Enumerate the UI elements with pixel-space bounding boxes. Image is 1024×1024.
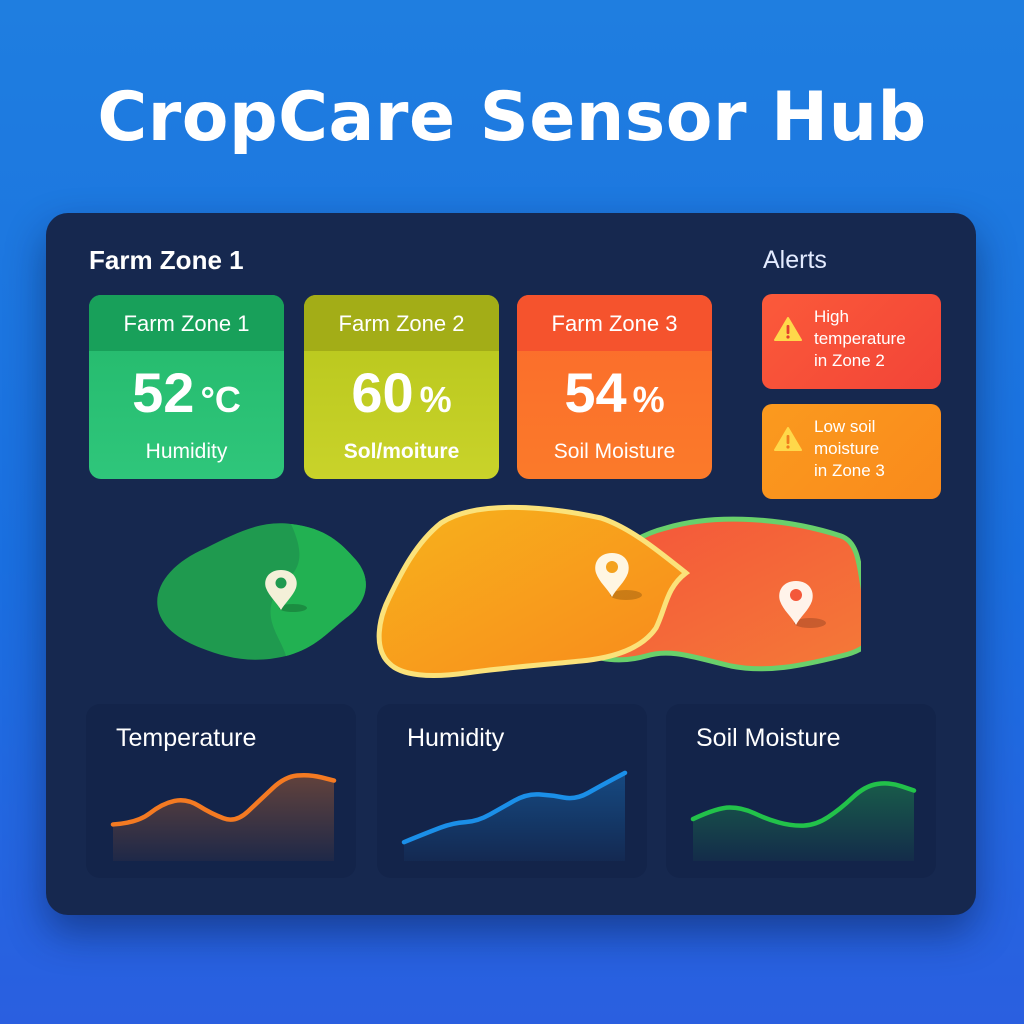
- zone-card-unit: %: [632, 379, 665, 420]
- zone-card-unit: %: [419, 379, 452, 420]
- app-title: CropCare Sensor Hub: [97, 78, 927, 157]
- chart-card-humidity[interactable]: Humidity: [377, 704, 647, 878]
- zone-card-reading: 60%: [304, 363, 499, 430]
- dashboard-panel: Farm Zone 1 Alerts Farm Zone 1 52 °C Humi…: [46, 213, 976, 915]
- humidity-trend-chart: [401, 770, 628, 861]
- zone-card-2[interactable]: Farm Zone 2 60% Sol/moiture: [304, 295, 499, 479]
- trend-area: [404, 772, 625, 861]
- zone-card-reading: 54%: [517, 363, 712, 430]
- zone-card-unit: °C: [200, 379, 241, 420]
- alert-line: Low soil: [814, 417, 876, 436]
- zone-card-title: Farm Zone 1: [89, 295, 284, 351]
- zone-card-value: 54: [564, 361, 627, 424]
- zone-card-value: 52: [132, 361, 195, 424]
- soil-moisture-trend-chart: [690, 781, 917, 861]
- alert-message: High temperature in Zone 2: [814, 306, 932, 372]
- zone-card-label: Humidity: [145, 440, 228, 463]
- zone-card-label: Soil Moisture: [553, 440, 676, 463]
- alert-item-high-temperature[interactable]: High temperature in Zone 2: [762, 294, 941, 389]
- zone-card-title: Farm Zone 2: [304, 295, 499, 351]
- zone-card-3[interactable]: Farm Zone 3 54% Soil Moisture: [517, 295, 712, 479]
- alert-line: High: [814, 307, 849, 326]
- zone-card-value: 60: [351, 361, 414, 424]
- alert-item-low-soil-moisture[interactable]: Low soil moisture in Zone 3: [762, 404, 941, 499]
- farm-map: [157, 504, 861, 679]
- alerts-heading: Alerts: [763, 246, 827, 274]
- alert-line: in Zone 2: [814, 351, 885, 370]
- zone-heading: Farm Zone 1: [89, 245, 244, 275]
- zone-card-title: Farm Zone 3: [517, 295, 712, 351]
- temperature-trend-chart: [110, 772, 337, 861]
- chart-card-soil-moisture[interactable]: Soil Moisture: [666, 704, 936, 878]
- zone-card-reading: 52 °C: [89, 363, 284, 430]
- chart-card-temperature[interactable]: Temperature: [86, 704, 356, 878]
- warning-icon: [774, 317, 802, 341]
- trend-area: [693, 783, 914, 861]
- alert-line: moisture: [814, 439, 880, 458]
- warning-icon: [774, 427, 802, 451]
- alert-message: Low soil moisture in Zone 3: [814, 416, 932, 482]
- alert-line: temperature: [814, 329, 906, 348]
- zone-card-label: Sol/moiture: [343, 440, 460, 463]
- alert-line: in Zone 3: [814, 461, 885, 480]
- zone-card-1[interactable]: Farm Zone 1 52 °C Humidity: [89, 295, 284, 479]
